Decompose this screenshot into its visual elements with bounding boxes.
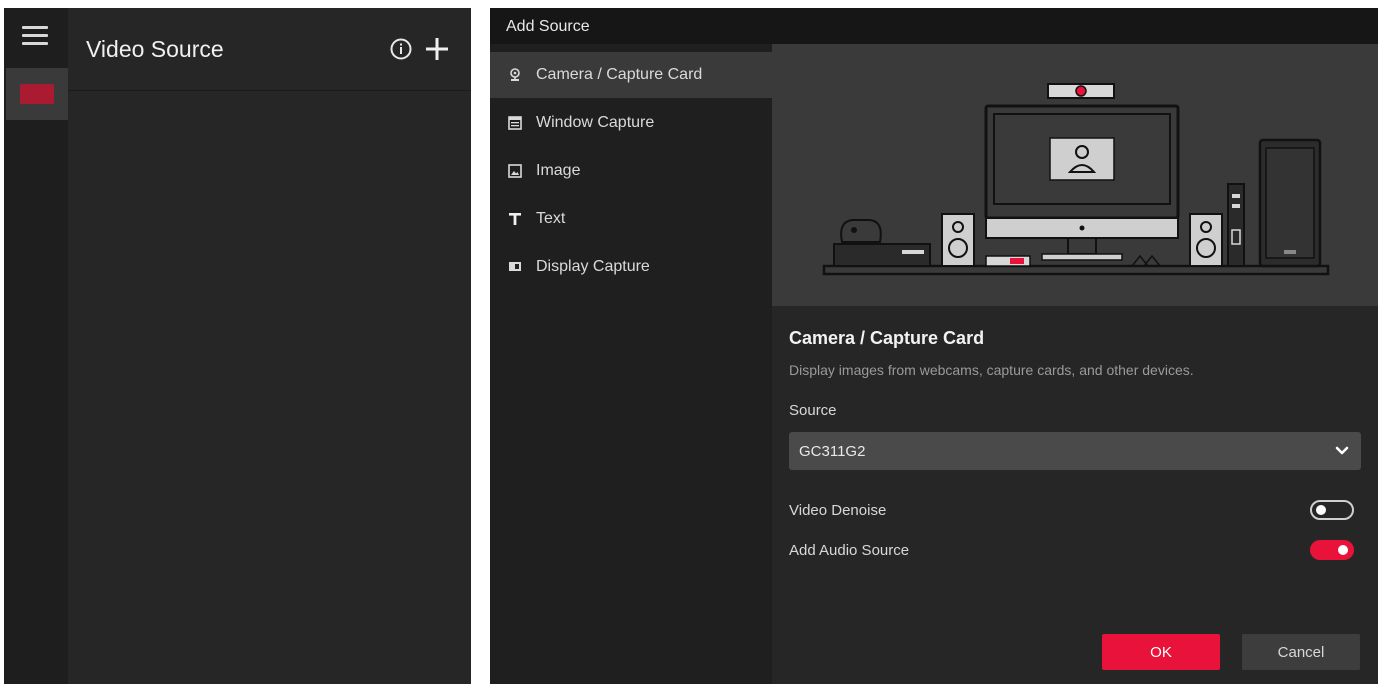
dialog-titlebar: Add Source <box>490 8 1378 44</box>
video-denoise-toggle[interactable] <box>1310 500 1354 520</box>
video-source-list <box>68 91 471 684</box>
toggle-knob <box>1338 545 1348 555</box>
source-item-label: Text <box>536 210 566 227</box>
add-source-dialog: Add Source Camera / Capture Card Window … <box>490 8 1378 684</box>
source-item-text[interactable]: Text <box>490 196 772 242</box>
menu-icon[interactable] <box>22 26 48 46</box>
source-select[interactable]: GC311G2 <box>789 432 1361 470</box>
detail-title: Camera / Capture Card <box>789 328 985 348</box>
video-source-rail-icon <box>20 84 54 104</box>
source-select-value: GC311G2 <box>799 443 866 460</box>
source-item-window-capture[interactable]: Window Capture <box>490 100 772 146</box>
add-source-icon[interactable] <box>424 36 450 62</box>
cancel-button[interactable]: Cancel <box>1242 634 1360 670</box>
source-detail-form: Camera / Capture Card Display images fro… <box>772 306 1378 684</box>
source-item-display-capture[interactable]: Display Capture <box>490 244 772 290</box>
add-audio-source-label: Add Audio Source <box>789 542 910 559</box>
source-item-label: Window Capture <box>536 114 655 131</box>
panel-title: Video Source <box>86 36 224 62</box>
image-icon <box>508 164 522 178</box>
source-field-label: Source <box>789 402 837 419</box>
add-audio-source-toggle[interactable] <box>1310 540 1354 560</box>
rail-item-video-source[interactable] <box>6 68 68 120</box>
source-item-camera[interactable]: Camera / Capture Card <box>490 52 772 98</box>
chevron-down-icon <box>1335 446 1349 455</box>
text-icon <box>509 213 521 225</box>
source-item-label: Camera / Capture Card <box>536 66 703 83</box>
toggle-knob <box>1316 505 1326 515</box>
source-item-label: Image <box>536 162 581 179</box>
window-icon <box>508 116 522 130</box>
desk-setup-illustration <box>822 83 1330 276</box>
dialog-title: Add Source <box>506 18 590 35</box>
panel-header: Video Source <box>68 8 471 91</box>
video-source-panel: Video Source <box>4 8 471 684</box>
info-icon[interactable] <box>390 38 412 60</box>
nav-rail <box>4 8 68 684</box>
detail-description: Display images from webcams, capture car… <box>789 362 1194 378</box>
ok-button[interactable]: OK <box>1102 634 1220 670</box>
source-item-image[interactable]: Image <box>490 148 772 194</box>
source-item-label: Display Capture <box>536 258 650 275</box>
webcam-icon <box>510 68 520 81</box>
source-type-list: Camera / Capture Card Window Capture Ima… <box>490 44 772 684</box>
video-denoise-label: Video Denoise <box>789 502 887 519</box>
source-preview-illustration <box>772 44 1378 306</box>
monitor-icon <box>509 262 521 271</box>
